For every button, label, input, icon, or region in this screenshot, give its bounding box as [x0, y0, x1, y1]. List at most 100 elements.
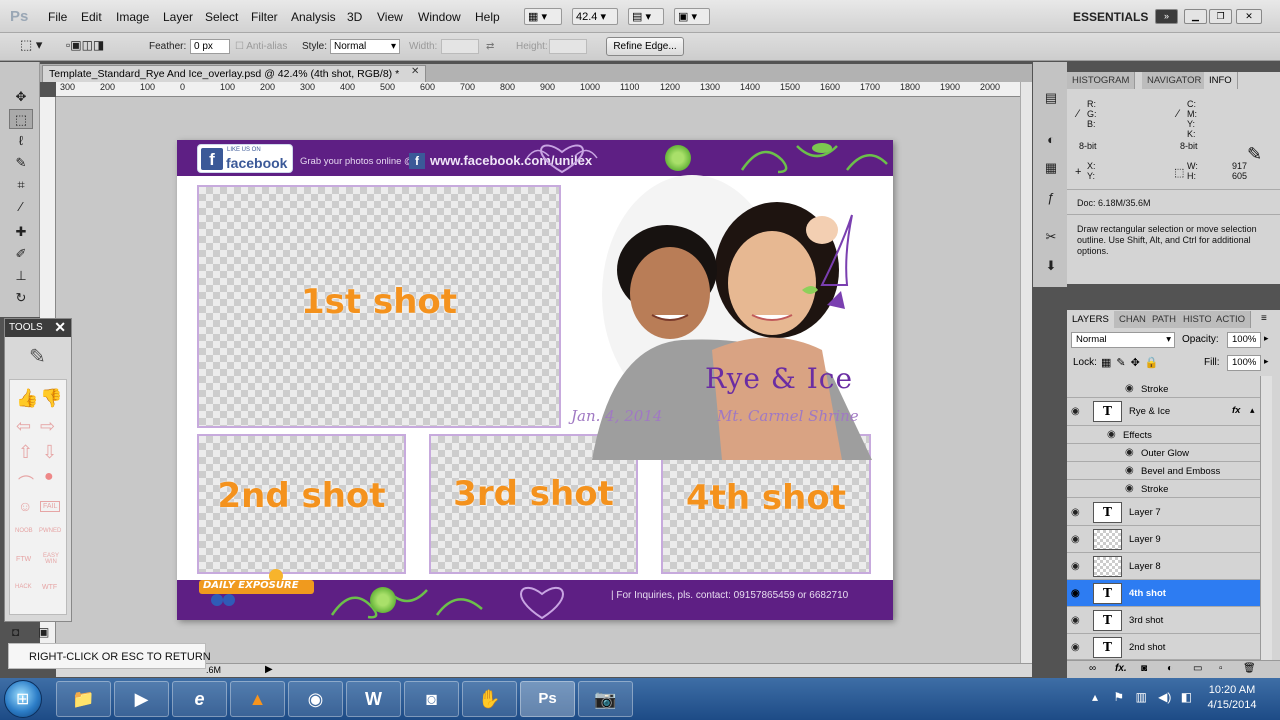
layer-row-3rd-shot[interactable]: ◉ T 3rd shot: [1067, 607, 1260, 634]
swatches-icon[interactable]: ▦: [1040, 158, 1062, 178]
close-tab-icon[interactable]: ✕: [411, 66, 419, 77]
tab-actions[interactable]: ACTIO: [1211, 311, 1252, 328]
antialias-checkbox[interactable]: ☐ Anti-alias: [235, 41, 287, 52]
rocket-icon[interactable]: ●: [44, 468, 54, 486]
eyedropper-tool-icon[interactable]: ⁄: [9, 197, 33, 217]
layer-row-layer7[interactable]: ◉ T Layer 7: [1067, 499, 1260, 526]
taskbar-photo-app[interactable]: 📷: [578, 681, 633, 717]
rainbow-icon[interactable]: ⌒: [18, 470, 34, 494]
canvas-vertical-scrollbar[interactable]: [1020, 82, 1032, 663]
thumbs-up-icon[interactable]: 👍: [16, 388, 38, 409]
width-input[interactable]: [441, 39, 479, 54]
taskbar-photoshop[interactable]: Ps: [520, 681, 575, 717]
layer-effect-row[interactable]: ◉ Stroke: [1067, 380, 1260, 398]
add-mask-icon[interactable]: ◙: [1141, 663, 1147, 674]
tab-info[interactable]: INFO: [1204, 72, 1238, 89]
fill-arrow-icon[interactable]: ▸: [1264, 356, 1269, 367]
sticker-easy-win[interactable]: EASY WIN: [40, 553, 62, 565]
taskbar-hand-app[interactable]: ✋: [462, 681, 517, 717]
clone-source-icon[interactable]: ⬇: [1040, 256, 1062, 276]
eye-icon[interactable]: ◉: [1071, 561, 1080, 572]
taskbar-vlc[interactable]: ▲: [230, 681, 285, 717]
smiley-icon[interactable]: ☺: [18, 498, 32, 514]
eye-icon[interactable]: ◉: [1125, 483, 1134, 494]
layer-effects-header[interactable]: ◉ Effects: [1067, 426, 1260, 444]
sticker-wtf[interactable]: WTF: [42, 584, 57, 591]
close-icon[interactable]: ✕: [54, 319, 66, 336]
more-workspaces-button[interactable]: »: [1155, 9, 1178, 24]
tray-network-icon[interactable]: ▥: [1135, 690, 1146, 704]
eye-icon[interactable]: ◉: [1125, 465, 1134, 476]
marquee-small-icon[interactable]: ◘: [12, 625, 19, 639]
menu-3d[interactable]: 3D: [347, 10, 362, 24]
menu-image[interactable]: Image: [116, 10, 149, 24]
menu-layer[interactable]: Layer: [163, 10, 193, 24]
layer-row-layer9[interactable]: ◉ Layer 9: [1067, 526, 1260, 553]
minimize-button[interactable]: ▁: [1184, 9, 1207, 24]
status-arrow-icon[interactable]: ▶: [265, 664, 273, 675]
panel-menu-icon[interactable]: ≡: [1261, 313, 1267, 324]
layer-row-4th-shot[interactable]: ◉ T 4th shot: [1067, 580, 1260, 607]
rectangular-marquee-tool-icon[interactable]: ⬚: [9, 109, 33, 129]
arrow-up-icon[interactable]: ⇧: [18, 442, 33, 463]
swap-icon[interactable]: ⇄: [486, 41, 494, 52]
selection-mode-icons[interactable]: ▫▣◫◨: [66, 38, 104, 52]
add-style-icon[interactable]: fx.: [1115, 663, 1127, 674]
adjustments-icon[interactable]: ▤: [1040, 88, 1062, 108]
collapse-effects-icon[interactable]: ▴: [1250, 405, 1255, 416]
sticker-hack[interactable]: HACK: [15, 584, 32, 590]
brush-icon[interactable]: ✎: [29, 344, 46, 369]
menu-view[interactable]: View: [377, 10, 403, 24]
clock[interactable]: 10:20 AM 4/15/2014: [1200, 683, 1264, 713]
style-select[interactable]: Normal ▾: [330, 39, 400, 54]
clone-stamp-tool-icon[interactable]: ⊥: [9, 266, 33, 286]
tray-volume-icon[interactable]: ◀): [1158, 690, 1171, 704]
taskbar-camera-app[interactable]: ◙: [404, 681, 459, 717]
opacity-input[interactable]: 100%: [1227, 332, 1261, 348]
eye-icon[interactable]: ◉: [1071, 615, 1080, 626]
thumbs-down-icon[interactable]: 👎: [40, 388, 62, 409]
eye-icon[interactable]: ◉: [1071, 507, 1080, 518]
sticker-fail[interactable]: FAIL: [40, 501, 61, 512]
taskbar-explorer[interactable]: 📁: [56, 681, 111, 717]
document-tab[interactable]: Template_Standard_Rye And Ice_overlay.ps…: [42, 65, 426, 82]
screen-view-button[interactable]: ▣ ▾: [674, 8, 710, 25]
brush-tool-icon[interactable]: ✐: [9, 244, 33, 264]
trash-icon[interactable]: 🗑: [1243, 663, 1256, 674]
new-group-icon[interactable]: ▭: [1193, 663, 1202, 674]
height-input[interactable]: [549, 39, 587, 54]
eye-icon[interactable]: ◉: [1071, 588, 1080, 599]
start-button[interactable]: ⊞: [4, 680, 42, 718]
refine-edge-button[interactable]: Refine Edge...: [606, 37, 684, 56]
arrow-right-icon[interactable]: ⇨: [40, 416, 55, 437]
menu-window[interactable]: Window: [418, 10, 461, 24]
taskbar-word[interactable]: W: [346, 681, 401, 717]
layer-effect-row[interactable]: ◉ Outer Glow: [1067, 444, 1260, 462]
eye-icon[interactable]: ◉: [1071, 642, 1080, 653]
eye-icon[interactable]: ◉: [1107, 429, 1116, 440]
opacity-arrow-icon[interactable]: ▸: [1264, 333, 1269, 344]
quick-selection-tool-icon[interactable]: ✎: [9, 153, 33, 173]
arrow-down-icon[interactable]: ⇩: [42, 442, 57, 463]
tab-navigator[interactable]: NAVIGATOR: [1142, 72, 1208, 89]
screen-mode-button[interactable]: ▦ ▾: [524, 8, 562, 25]
layer-effect-row[interactable]: ◉ Stroke: [1067, 480, 1260, 498]
tray-app-icon[interactable]: ◧: [1181, 690, 1192, 704]
eye-icon[interactable]: ◉: [1071, 406, 1080, 417]
close-button[interactable]: ✕: [1236, 9, 1262, 24]
taskbar-chrome[interactable]: ◉: [288, 681, 343, 717]
blend-mode-select[interactable]: Normal ▾: [1071, 332, 1175, 348]
menu-filter[interactable]: Filter: [251, 10, 278, 24]
styles-icon[interactable]: ƒ: [1040, 188, 1062, 208]
tab-layers[interactable]: LAYERS: [1067, 311, 1115, 328]
workspace-essentials[interactable]: ESSENTIALS: [1073, 10, 1148, 24]
adjustment-layer-icon[interactable]: ◐: [1167, 663, 1173, 674]
menu-help[interactable]: Help: [475, 10, 500, 24]
crop-tool-icon[interactable]: ⌗: [9, 175, 33, 195]
menu-analysis[interactable]: Analysis: [291, 10, 336, 24]
screen-mode-small-icon[interactable]: ▣: [38, 625, 49, 639]
layer-row-2nd-shot[interactable]: ◉ T 2nd shot: [1067, 634, 1260, 660]
fill-input[interactable]: 100%: [1227, 355, 1261, 371]
eye-icon[interactable]: ◉: [1071, 534, 1080, 545]
taskbar-media-player[interactable]: ▶: [114, 681, 169, 717]
